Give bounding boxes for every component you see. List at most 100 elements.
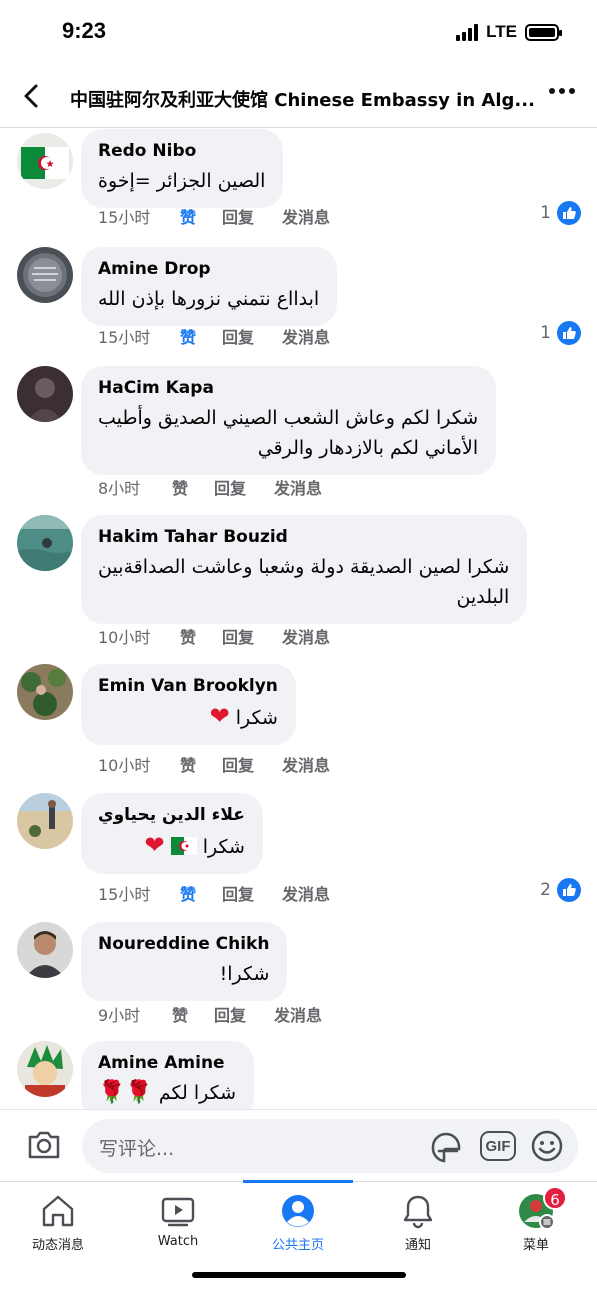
avatar[interactable] (17, 247, 73, 303)
comment-bubble[interactable]: Redo Nibo الصين الجزائر =إخوة (81, 129, 284, 208)
reply-button[interactable]: 回复 (222, 624, 282, 648)
battery-icon (525, 23, 562, 41)
comment-author[interactable]: HaCim Kapa (98, 376, 478, 400)
reply-button[interactable]: 回复 (214, 475, 274, 499)
comment-text-row: شكرا لكم 🌹🌹 (98, 1078, 236, 1108)
avatar[interactable] (17, 664, 73, 720)
comment-text-row: شكرا ❤ (98, 830, 245, 862)
comment-time: 10小时 (98, 628, 151, 647)
thumbs-up-icon (557, 878, 581, 902)
home-indicator (192, 1272, 406, 1278)
comment-text: شكرا لكم (158, 1082, 237, 1104)
message-button[interactable]: 发消息 (282, 204, 330, 228)
reaction-count[interactable]: 2 (540, 878, 581, 902)
comment-author[interactable]: Emin Van Brooklyn (98, 674, 278, 698)
reaction-count-value: 1 (540, 203, 551, 223)
comment-actions: 15小时 赞 回复 发消息 (98, 881, 330, 905)
comment-time: 15小时 (98, 208, 151, 227)
beach-avatar-icon (17, 793, 73, 849)
reply-button[interactable]: 回复 (222, 204, 282, 228)
comment-text: شكرا! (219, 963, 270, 985)
avatar[interactable] (17, 1041, 73, 1097)
message-button[interactable]: 发消息 (282, 324, 330, 348)
reply-button[interactable]: 回复 (222, 324, 282, 348)
comment-text-line: شكرا لصين الصديقة دولة وشعبا وعاشت الصدا… (98, 556, 510, 578)
home-icon (42, 1195, 74, 1227)
like-button[interactable]: 赞 (180, 324, 222, 348)
emoji-button[interactable] (530, 1129, 564, 1163)
comment-author[interactable]: Amine Drop (98, 257, 319, 281)
sea-avatar-icon (17, 515, 73, 571)
comment-bubble[interactable]: Noureddine Chikh شكرا! (81, 922, 288, 1001)
tab-label: 通知 (404, 1238, 431, 1253)
avatar[interactable] (17, 793, 73, 849)
avatar[interactable] (17, 515, 73, 571)
avatar[interactable] (17, 366, 73, 422)
sticker-button[interactable] (428, 1129, 464, 1165)
cartoon-avatar-icon (17, 1041, 73, 1097)
more-options-button[interactable] (549, 88, 575, 94)
comment-text-line: البلدين (456, 586, 510, 608)
comment-bubble[interactable]: Amine Drop ابدااع نتمني نزورها بإذن الله (81, 247, 338, 326)
reply-button[interactable]: 回复 (222, 881, 282, 905)
comment-time: 8小时 (98, 479, 141, 498)
comment-list: Redo Nibo الصين الجزائر =إخوة 15小时 赞 回复 … (0, 129, 597, 1109)
thumbs-up-icon (557, 201, 581, 225)
smiley-icon (531, 1130, 563, 1162)
like-button[interactable]: 赞 (180, 752, 222, 776)
rose-emoji-icon: 🌹 (98, 1080, 126, 1105)
like-button[interactable]: 赞 (180, 881, 222, 905)
notification-badge: 6 (543, 1186, 567, 1210)
like-button[interactable]: 赞 (180, 624, 222, 648)
comment-text: شكرا (235, 707, 278, 729)
comment-text-line: شكرا لكم وعاش الشعب الصيني الصديق وأطيب (98, 407, 479, 429)
camera-button[interactable] (26, 1129, 62, 1161)
tab-menu[interactable]: 6 菜单 (481, 1186, 591, 1253)
comment-bubble[interactable]: Hakim Tahar Bouzid شكرا لصين الصديقة دول… (81, 515, 528, 624)
comment-bubble[interactable]: Emin Van Brooklyn شكرا ❤ (81, 664, 296, 745)
comment-bubble[interactable]: HaCim Kapa شكرا لكم وعاش الشعب الصيني ال… (81, 366, 497, 475)
message-button[interactable]: 发消息 (274, 1002, 322, 1026)
comment-bubble[interactable]: علاء الدين يحياوي شكرا ❤ (81, 793, 263, 874)
comment-author[interactable]: علاء الدين يحياوي (98, 803, 245, 827)
tab-notifications[interactable]: 通知 (363, 1192, 473, 1253)
person-avatar-icon (17, 366, 73, 422)
message-button[interactable]: 发消息 (282, 881, 330, 905)
message-button[interactable]: 发消息 (282, 624, 330, 648)
header: 中国驻阿尔及利亚大使馆 Chinese Embassy in Alg... (0, 64, 597, 128)
message-button[interactable]: 发消息 (274, 475, 322, 499)
tab-news-feed[interactable]: 动态消息 (3, 1192, 113, 1253)
comment-actions: 15小时 赞 回复 发消息 (98, 324, 330, 348)
tab-pages[interactable]: 公共主页 (243, 1192, 353, 1253)
comment-bubble[interactable]: Amine Amine شكرا لكم 🌹🌹 (81, 1041, 255, 1109)
comment-actions: 10小时 赞 回复 发消息 (98, 624, 330, 648)
pages-icon (282, 1195, 314, 1227)
red-heart-emoji-icon: ❤ (144, 831, 165, 859)
network-type: LTE (486, 22, 517, 41)
comment-text-row: شكرا ❤ (98, 701, 278, 733)
comment-actions: 9小时 赞 回复 发消息 (98, 1002, 322, 1026)
reaction-count[interactable]: 1 (540, 201, 581, 225)
like-button[interactable]: 赞 (172, 1002, 214, 1026)
back-button[interactable] (18, 82, 46, 110)
comment-input[interactable]: 写评论... GIF (82, 1119, 578, 1173)
comment-author[interactable]: Hakim Tahar Bouzid (98, 525, 509, 549)
tab-watch[interactable]: Watch (123, 1192, 233, 1249)
like-button[interactable]: 赞 (172, 475, 214, 499)
status-bar: 9:23 LTE (0, 0, 597, 64)
reaction-count[interactable]: 1 (540, 321, 581, 345)
comment-text: شكرا (202, 836, 245, 858)
reply-button[interactable]: 回复 (214, 1002, 274, 1026)
avatar[interactable] (17, 922, 73, 978)
avatar[interactable] (17, 133, 73, 189)
reply-button[interactable]: 回复 (222, 752, 282, 776)
comment-composer: 写评论... GIF (0, 1109, 597, 1181)
tab-label: Watch (157, 1234, 199, 1249)
comment-author[interactable]: Noureddine Chikh (98, 932, 269, 956)
message-button[interactable]: 发消息 (282, 752, 330, 776)
gif-icon[interactable]: GIF (480, 1131, 516, 1161)
comment-author[interactable]: Amine Amine (98, 1051, 236, 1075)
comment-author[interactable]: Redo Nibo (98, 139, 265, 163)
red-heart-emoji-icon: ❤ (209, 702, 230, 730)
like-button[interactable]: 赞 (180, 204, 222, 228)
